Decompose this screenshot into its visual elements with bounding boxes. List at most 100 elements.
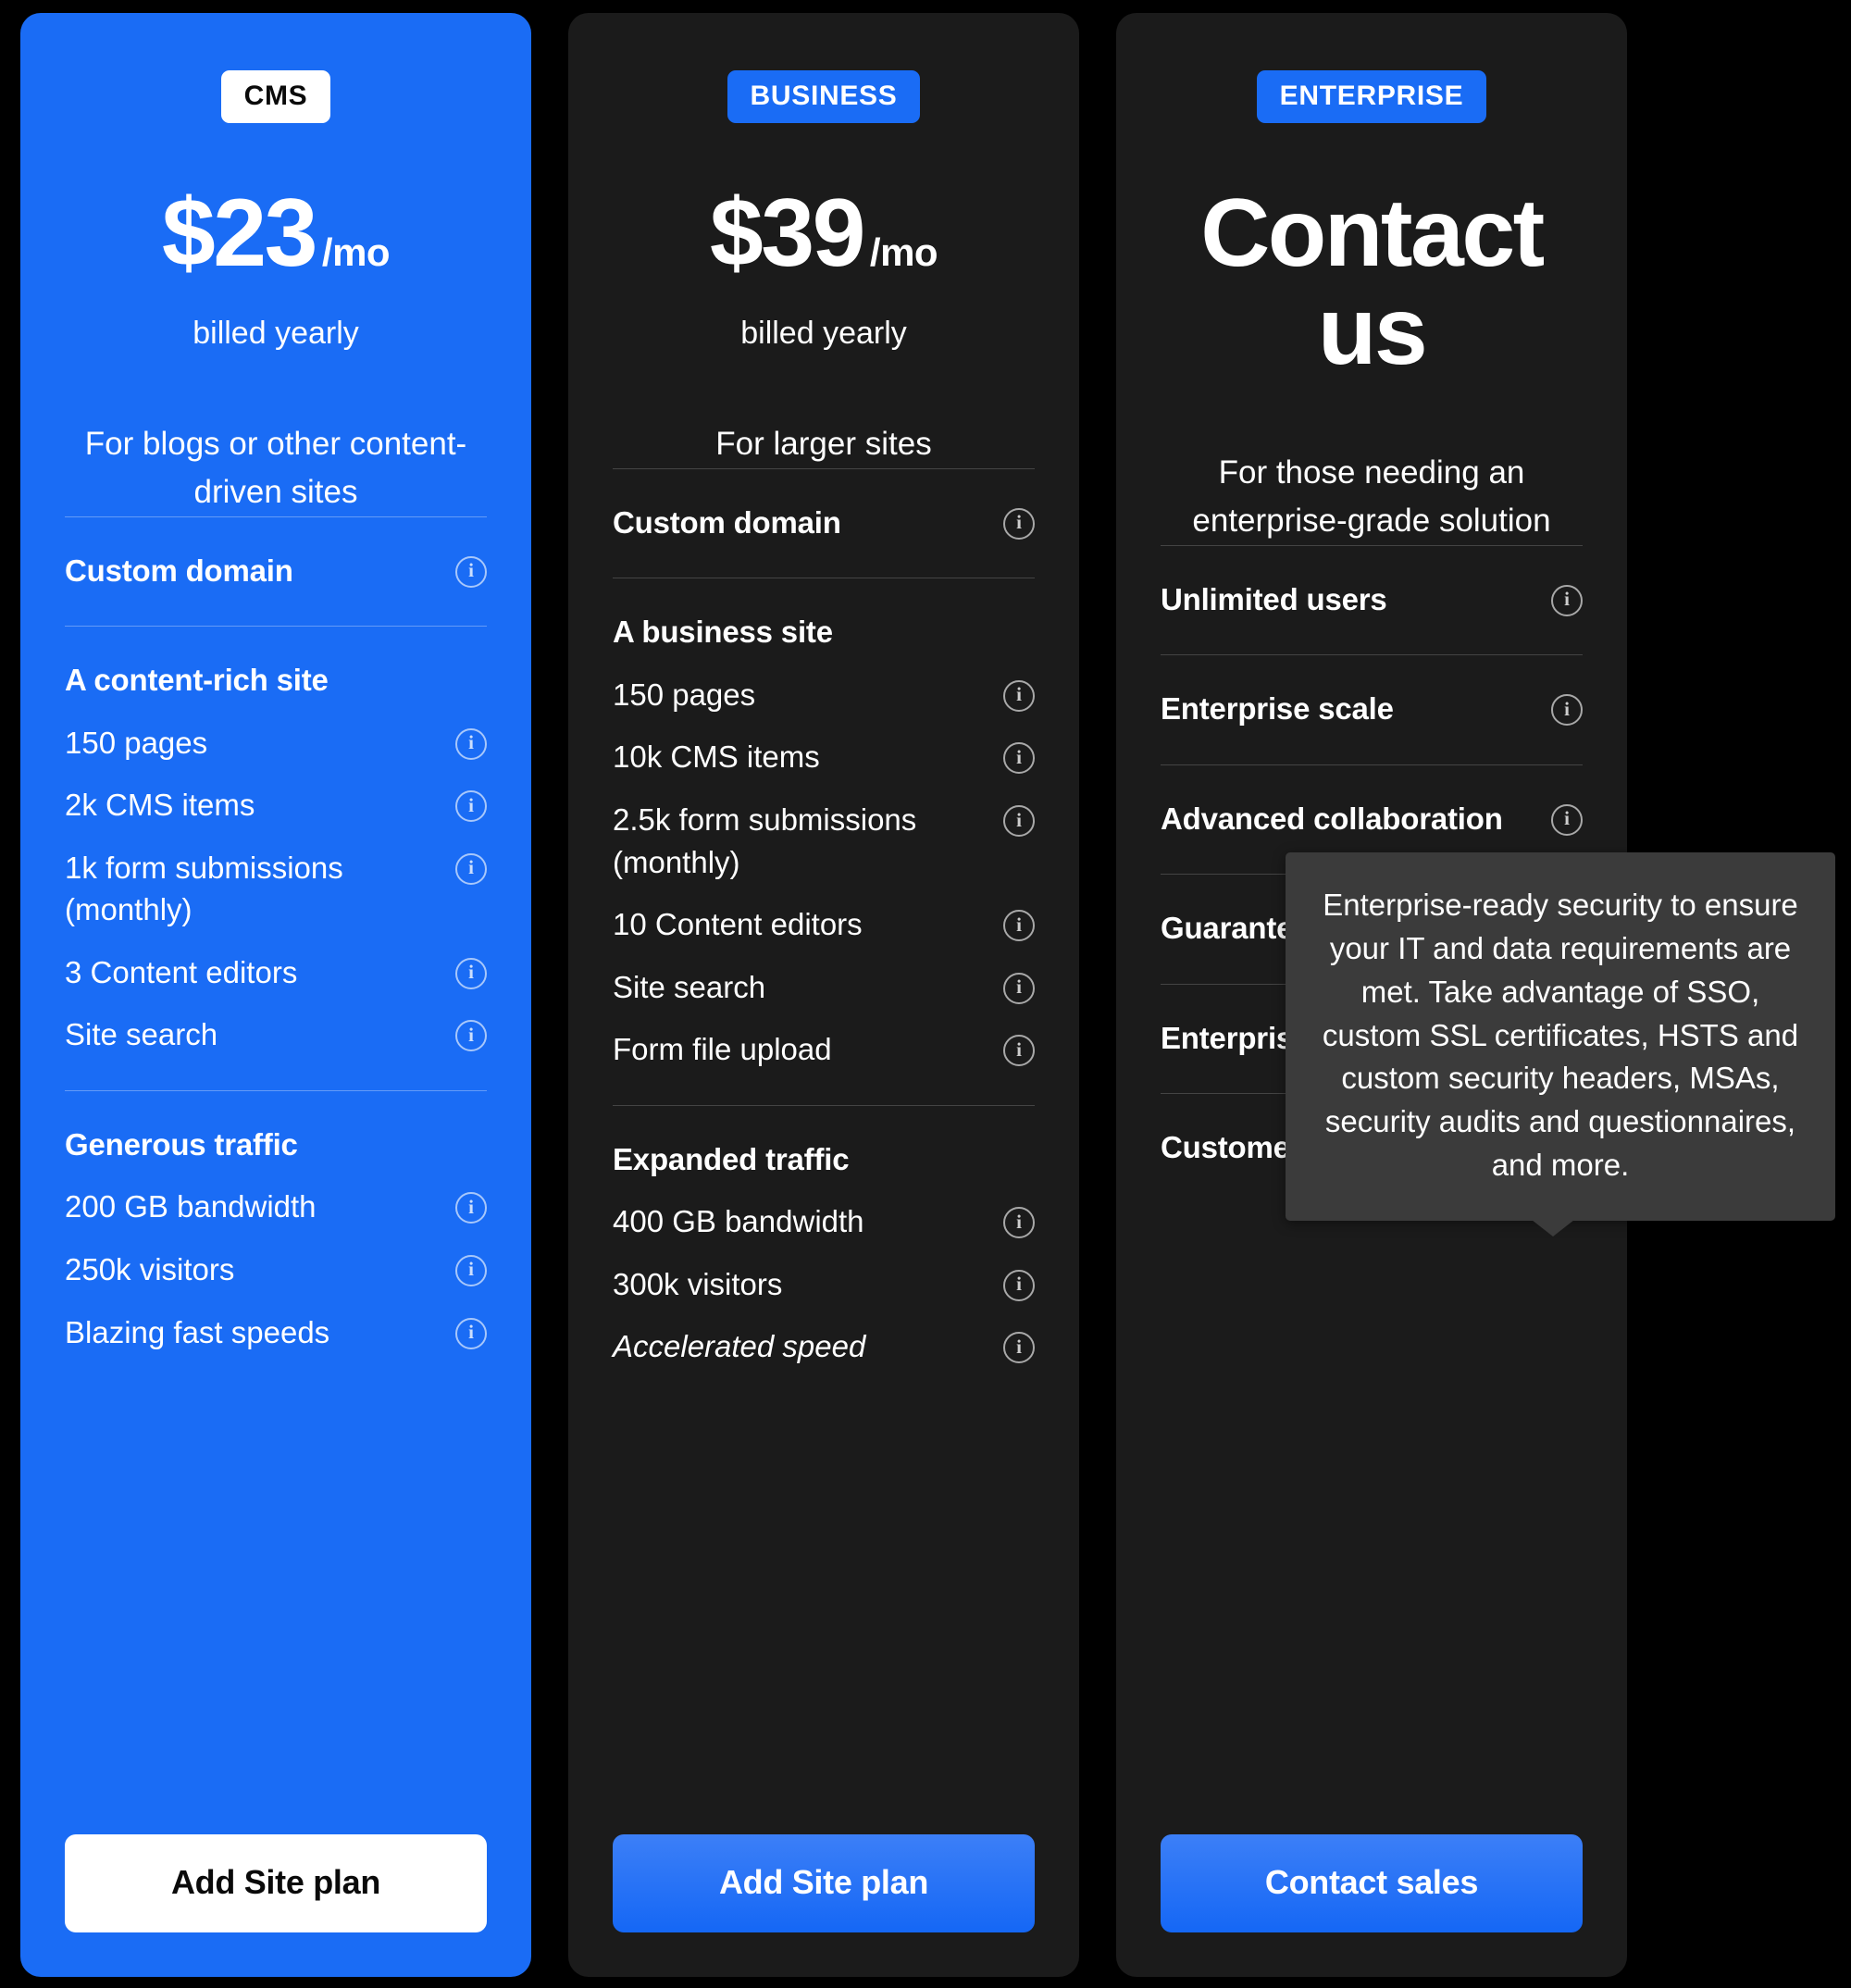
info-glyph: i	[468, 731, 474, 754]
info-glyph: i	[1016, 1273, 1022, 1296]
info-icon[interactable]: i	[455, 555, 487, 588]
feature-row: 2.5k form submissions (monthly) i	[613, 789, 1035, 893]
price-block-business: $39 /mo billed yearly	[613, 123, 1035, 352]
billing-note: billed yearly	[193, 316, 359, 352]
info-icon[interactable]: i	[455, 1317, 487, 1349]
feature-row: Form file upload i	[613, 1018, 1035, 1081]
feature-label: Accelerated speed	[613, 1329, 866, 1364]
feature-list-business: Custom domain i A business site 150 page…	[613, 467, 1035, 1834]
add-site-plan-button[interactable]: Add Site plan	[613, 1834, 1035, 1932]
feature-row: A business site	[613, 601, 1035, 664]
price-block-cms: $23 /mo billed yearly	[65, 123, 487, 352]
info-glyph: i	[468, 1195, 474, 1218]
price-amount: $23	[161, 180, 318, 287]
feature-label: Blazing fast speeds	[65, 1314, 330, 1349]
info-icon[interactable]: i	[455, 1254, 487, 1286]
info-glyph: i	[468, 559, 474, 582]
feature-row: Custom domain i	[65, 540, 487, 603]
feature-label: Site search	[613, 969, 766, 1004]
info-icon[interactable]: i	[1003, 1332, 1035, 1364]
info-icon[interactable]: i	[1003, 805, 1035, 837]
info-icon[interactable]: i	[1551, 584, 1583, 616]
feature-group: Unlimited users i	[1161, 544, 1583, 655]
plan-badge-business: BUSINESS	[727, 70, 921, 123]
feature-label: Custom domain	[613, 504, 841, 540]
cta-container: Add Site plan	[613, 1834, 1035, 1977]
feature-row: 150 pages i	[65, 712, 487, 775]
price-amount: $39	[709, 180, 866, 287]
feature-label: Custom domain	[65, 553, 293, 588]
feature-row: A content-rich site	[65, 649, 487, 712]
badge-row: CMS	[65, 13, 487, 123]
feature-label: Unlimited users	[1161, 581, 1387, 616]
feature-row: 150 pages i	[613, 664, 1035, 727]
cta-container: Contact sales	[1161, 1834, 1583, 1977]
feature-row: 2k CMS items i	[65, 774, 487, 837]
feature-label: Site search	[65, 1017, 218, 1052]
info-glyph: i	[468, 1258, 474, 1281]
tooltip-text: Enterprise-ready security to ensure your…	[1322, 888, 1799, 1183]
tooltip-arrow	[1532, 1220, 1574, 1237]
feature-row: 10 Content editors i	[613, 893, 1035, 956]
contact-us-heading: Contact us	[1200, 180, 1545, 386]
price-period: /mo	[321, 230, 391, 274]
info-icon[interactable]: i	[1003, 1035, 1035, 1067]
info-icon[interactable]: i	[1551, 694, 1583, 727]
info-icon[interactable]: i	[455, 727, 487, 760]
feature-list-cms: Custom domain i A content-rich site 150 …	[65, 516, 487, 1834]
info-glyph: i	[1564, 588, 1570, 611]
feature-label: 10k CMS items	[613, 739, 820, 775]
info-icon[interactable]: i	[455, 790, 487, 823]
info-glyph: i	[1016, 1335, 1022, 1358]
feature-row: Generous traffic	[65, 1113, 487, 1176]
feature-label: Generous traffic	[65, 1126, 298, 1162]
plan-description-business: For larger sites	[715, 426, 932, 463]
price-line: $23 /mo	[65, 184, 487, 282]
info-icon[interactable]: i	[455, 957, 487, 989]
feature-label: 2.5k form submissions (monthly)	[613, 802, 917, 879]
feature-row: 250k visitors i	[65, 1238, 487, 1301]
info-glyph: i	[468, 856, 474, 879]
info-icon[interactable]: i	[1003, 679, 1035, 712]
badge-row: BUSINESS	[613, 13, 1035, 123]
feature-row: 3 Content editors i	[65, 941, 487, 1004]
feature-row: Expanded traffic	[613, 1128, 1035, 1191]
feature-group: Enterprise scale i	[1161, 654, 1583, 764]
info-icon[interactable]: i	[1003, 1207, 1035, 1239]
price-block-enterprise: Contact us	[1161, 123, 1583, 380]
info-icon[interactable]: i	[1003, 1269, 1035, 1301]
info-glyph: i	[1016, 975, 1022, 999]
feature-row: 200 GB bandwidth i	[65, 1175, 487, 1238]
add-site-plan-button[interactable]: Add Site plan	[65, 1834, 487, 1932]
info-icon[interactable]: i	[1003, 742, 1035, 775]
info-glyph: i	[1016, 745, 1022, 768]
feature-label: 10 Content editors	[613, 907, 863, 942]
info-icon[interactable]: i	[1551, 803, 1583, 836]
feature-row: Blazing fast speeds i	[65, 1301, 487, 1364]
info-glyph: i	[1016, 808, 1022, 831]
plan-badge-cms: CMS	[220, 70, 331, 123]
info-icon[interactable]: i	[455, 852, 487, 885]
info-icon[interactable]: i	[1003, 972, 1035, 1004]
feature-label: 150 pages	[613, 677, 756, 712]
feature-label: 400 GB bandwidth	[613, 1204, 864, 1239]
enterprise-security-tooltip: Enterprise-ready security to ensure your…	[1286, 852, 1835, 1237]
contact-sales-button[interactable]: Contact sales	[1161, 1834, 1583, 1932]
info-icon[interactable]: i	[1003, 910, 1035, 942]
feature-label: 1k form submissions (monthly)	[65, 850, 343, 927]
info-icon[interactable]: i	[1003, 507, 1035, 540]
feature-row: Unlimited users i	[1161, 568, 1583, 631]
feature-group: Expanded traffic 400 GB bandwidth i 300k…	[613, 1104, 1035, 1402]
feature-row: 300k visitors i	[613, 1253, 1035, 1316]
feature-label: A content-rich site	[65, 663, 329, 698]
info-icon[interactable]: i	[455, 1020, 487, 1052]
info-glyph: i	[1016, 913, 1022, 936]
feature-row: 10k CMS items i	[613, 726, 1035, 789]
feature-label: Advanced collaboration	[1161, 801, 1503, 836]
info-icon[interactable]: i	[455, 1192, 487, 1224]
feature-row: Custom domain i	[613, 491, 1035, 554]
info-glyph: i	[468, 961, 474, 984]
feature-label: 250k visitors	[65, 1251, 235, 1286]
plan-description-cms: For blogs or other content-driven sites	[84, 426, 467, 510]
feature-label: Expanded traffic	[613, 1141, 850, 1176]
